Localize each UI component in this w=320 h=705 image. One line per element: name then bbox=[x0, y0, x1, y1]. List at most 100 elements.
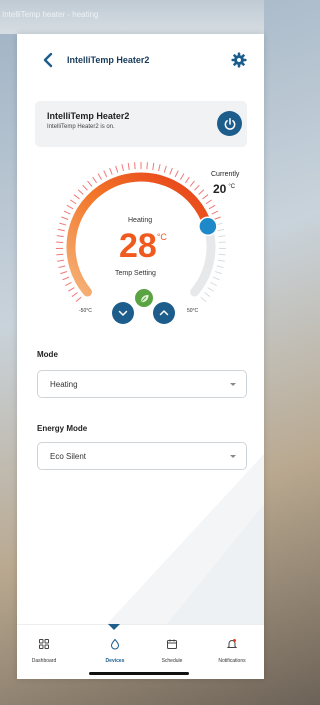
dial-tick bbox=[207, 287, 214, 292]
active-tab-indicator bbox=[108, 624, 120, 630]
leaf-icon bbox=[140, 294, 149, 302]
power-icon bbox=[224, 117, 235, 130]
eco-button[interactable] bbox=[135, 289, 153, 307]
dial-tick bbox=[109, 167, 113, 175]
dial-tick bbox=[204, 292, 211, 297]
dial-min-label: -50°C bbox=[79, 308, 92, 314]
dial-tick bbox=[210, 281, 217, 287]
dial-max-label: 50°C bbox=[187, 308, 199, 314]
device-name: IntelliTemp Heater2 bbox=[47, 111, 130, 121]
dial-tick bbox=[194, 184, 200, 191]
energy-mode-label: Energy Mode bbox=[37, 424, 88, 433]
dial-tick bbox=[66, 204, 74, 210]
bottom-navigation: Dashboard Devices Schedule Notifications bbox=[17, 624, 264, 679]
dial-tick bbox=[169, 167, 173, 175]
dial-tick bbox=[214, 271, 222, 275]
dial-tick bbox=[217, 228, 225, 232]
dial-tick bbox=[62, 276, 70, 281]
dial-tick bbox=[200, 296, 207, 303]
dial-tick bbox=[71, 292, 78, 297]
chevron-left-icon bbox=[43, 52, 53, 68]
nav-devices[interactable]: Devices bbox=[90, 637, 140, 664]
dial-tick bbox=[63, 210, 71, 215]
dial-tick bbox=[163, 165, 167, 173]
chevron-up-icon bbox=[159, 310, 169, 316]
dial-tick bbox=[68, 287, 75, 292]
dropdown-caret-icon bbox=[230, 383, 236, 386]
mode-select-value: Heating bbox=[50, 380, 78, 389]
dial-tick bbox=[77, 189, 84, 195]
nav-devices-label: Devices bbox=[105, 658, 125, 664]
dial-tick bbox=[115, 165, 119, 173]
dial-tick bbox=[218, 253, 226, 256]
decrease-temp-button[interactable] bbox=[112, 302, 134, 324]
mode-select[interactable]: Heating bbox=[37, 370, 247, 398]
dial-handle[interactable] bbox=[198, 216, 218, 237]
dial-tick bbox=[179, 173, 185, 180]
dial-tick bbox=[73, 194, 80, 200]
droplet-icon bbox=[110, 638, 120, 650]
dial-tick bbox=[212, 276, 220, 281]
device-status-card: IntelliTemp Heater2 IntelliTemp Heater2 … bbox=[35, 101, 247, 147]
grid-icon bbox=[39, 639, 49, 649]
dial-tick bbox=[65, 281, 72, 287]
dial-tick bbox=[127, 162, 130, 170]
device-status-text: IntelliTemp Heater2 is on. bbox=[47, 124, 115, 130]
nav-notifications[interactable]: Notifications bbox=[207, 637, 257, 664]
setpoint-value: 28 bbox=[119, 227, 157, 265]
window-title-bar: IntelliTemp heater - heating bbox=[0, 0, 264, 34]
dial-tick bbox=[97, 173, 103, 180]
app-screen: IntelliTemp Heater2 IntelliTemp Heater2 bbox=[17, 34, 264, 679]
heating-state-label: Heating bbox=[128, 217, 153, 224]
dial-tick bbox=[202, 194, 209, 200]
mode-label: Mode bbox=[37, 350, 58, 359]
dial-tick bbox=[213, 216, 221, 220]
dial-tick bbox=[174, 170, 179, 178]
dial-tick bbox=[57, 228, 65, 232]
dial-tick bbox=[75, 296, 82, 303]
nav-schedule[interactable]: Schedule bbox=[147, 637, 197, 664]
setpoint-display: 28°C bbox=[119, 227, 167, 266]
gear-icon bbox=[231, 52, 247, 68]
bell-icon bbox=[226, 639, 238, 648]
dropdown-caret-icon bbox=[230, 455, 236, 458]
nav-dashboard-label: Dashboard bbox=[31, 658, 57, 664]
dial-tick bbox=[211, 210, 219, 215]
dial-tick bbox=[208, 204, 216, 210]
back-button[interactable] bbox=[39, 50, 59, 70]
dial-tick bbox=[134, 162, 136, 170]
chevron-down-icon bbox=[118, 310, 128, 316]
settings-button[interactable] bbox=[230, 51, 248, 69]
dial-tick bbox=[189, 180, 195, 187]
dial-tick bbox=[198, 189, 205, 195]
dial-tick bbox=[56, 235, 64, 238]
energy-mode-select-value: Eco Silent bbox=[50, 452, 87, 461]
dial-tick bbox=[217, 259, 225, 262]
nav-schedule-label: Schedule bbox=[161, 658, 183, 664]
dial-tick bbox=[82, 184, 88, 191]
dial-tick bbox=[57, 259, 65, 262]
setpoint-unit: °C bbox=[156, 232, 167, 242]
dial-tick bbox=[121, 164, 124, 172]
dial-tick bbox=[152, 162, 155, 170]
dial-tick bbox=[205, 199, 213, 205]
nav-dashboard[interactable]: Dashboard bbox=[19, 637, 69, 664]
dial-tick bbox=[218, 235, 226, 238]
top-bar: IntelliTemp Heater2 bbox=[17, 44, 264, 76]
power-button[interactable] bbox=[217, 111, 242, 136]
dial-tick bbox=[184, 176, 190, 184]
calendar-icon bbox=[167, 639, 177, 649]
setpoint-caption: Temp Setting bbox=[115, 270, 156, 277]
increase-temp-button[interactable] bbox=[153, 302, 175, 324]
dial-tick bbox=[60, 271, 68, 275]
home-indicator bbox=[89, 672, 189, 675]
dial-tick bbox=[58, 265, 66, 269]
energy-mode-select[interactable]: Eco Silent bbox=[37, 442, 247, 470]
dial-tick bbox=[92, 176, 98, 184]
nav-notifications-label: Notifications bbox=[218, 658, 246, 664]
dial-tick bbox=[87, 180, 93, 187]
dial-tick bbox=[103, 170, 108, 178]
dial-tick bbox=[69, 199, 77, 205]
page-title: IntelliTemp Heater2 bbox=[67, 55, 150, 65]
dial-tick bbox=[146, 162, 148, 170]
